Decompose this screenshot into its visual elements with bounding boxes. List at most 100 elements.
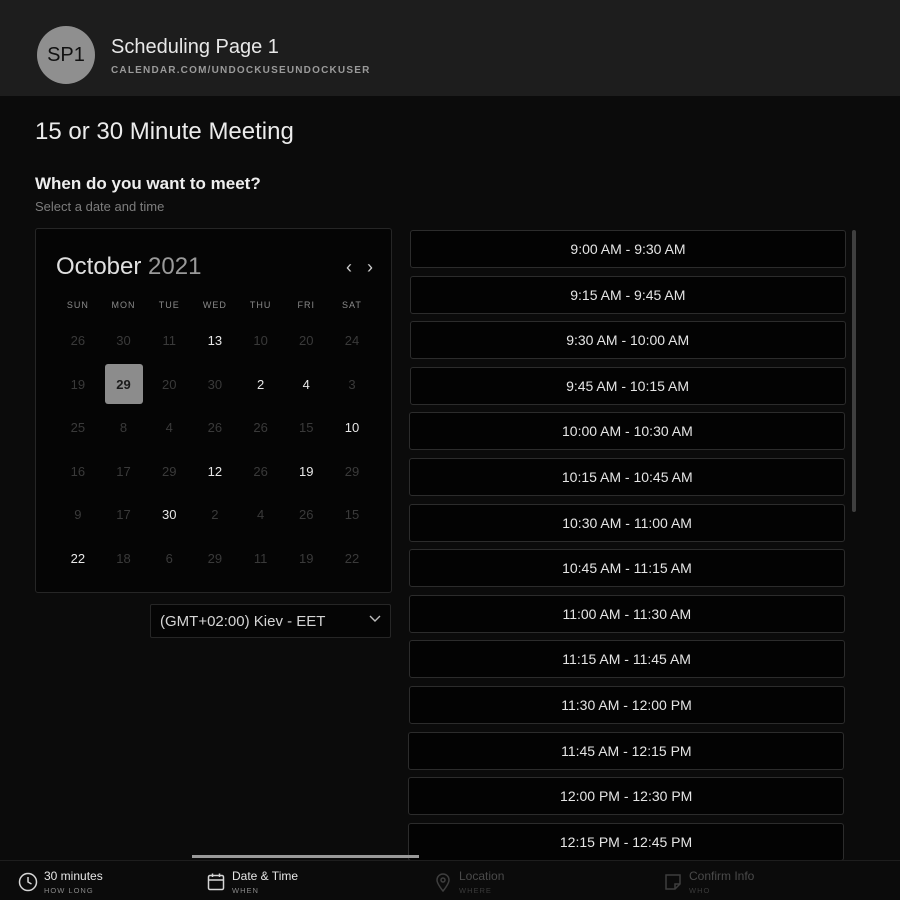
calendar-day-label: 26 [70, 333, 86, 349]
calendar-day-label: 16 [70, 463, 86, 479]
calendar-day-label: 10 [253, 333, 268, 349]
time-slot-button[interactable]: 9:45 AM - 10:15 AM [409, 366, 846, 405]
calendar-day-label: 8 [119, 420, 128, 436]
timezone-select[interactable]: (GMT+02:00) Kiev - EET [150, 604, 391, 638]
time-slot-button[interactable]: 10:30 AM - 11:00 AM [409, 503, 846, 542]
time-slot-button[interactable]: 9:00 AM - 9:30 AM [410, 230, 846, 268]
calendar-day-label: 22 [344, 550, 360, 566]
calendar-day: 30 [101, 319, 147, 363]
time-slot-button[interactable]: 9:30 AM - 10:00 AM [409, 321, 846, 360]
calendar-day: 25 [55, 406, 101, 450]
time-slot-button[interactable]: 11:30 AM - 12:00 PM [408, 686, 845, 724]
calendar-day[interactable]: 19 [283, 450, 329, 494]
time-slot-button[interactable]: 12:15 PM - 12:45 PM [408, 822, 845, 860]
time-slot-button[interactable]: 12:00 PM - 12:30 PM [408, 777, 845, 816]
chevron-right-icon[interactable]: › [361, 257, 379, 277]
calendar-day[interactable]: 2 [238, 363, 284, 407]
calendar-day[interactable]: 13 [192, 319, 238, 363]
calendar-month-year: October 2021 [56, 253, 201, 281]
calendar-day-label: 30 [161, 507, 177, 523]
weekday-label: SAT [342, 300, 362, 310]
calendar-day: 19 [55, 363, 101, 407]
time-slot-button[interactable]: 11:45 AM - 12:15 PM [408, 731, 845, 770]
step-progress-indicator [192, 855, 419, 858]
step-label: Location [459, 869, 505, 883]
time-slot-button[interactable]: 11:15 AM - 11:45 AM [408, 640, 845, 679]
calendar-day-label: 15 [299, 420, 314, 436]
meeting-question-subtitle: Select a date and time [35, 199, 165, 214]
calendar-day-label: 4 [165, 420, 173, 436]
clock-icon [17, 871, 39, 893]
calendar-day[interactable]: 12 [192, 450, 238, 494]
calendar-day-label: 2 [211, 507, 219, 523]
calendar-day: 26 [238, 406, 284, 450]
calendar-day: 15 [329, 493, 375, 537]
calendar-day-label: 29 [161, 463, 177, 479]
calendar-day-label: 17 [116, 507, 131, 523]
calendar-day: 17 [101, 450, 147, 494]
step-sublabel: WHO [689, 886, 711, 895]
calendar-day: 19 [283, 537, 329, 581]
calendar-day: 6 [146, 537, 192, 581]
calendar-day: 3 [329, 363, 375, 407]
calendar-day: 8 [101, 406, 147, 450]
calendar-day-label: 12 [207, 463, 223, 479]
time-slot-button[interactable]: 10:45 AM - 11:15 AM [408, 549, 845, 588]
calendar-day-label: 10 [344, 420, 360, 436]
calendar-day-label: 29 [344, 463, 360, 479]
calendar-day-label: 19 [70, 376, 86, 392]
scheduling-page-name: Scheduling Page 1 [111, 36, 279, 58]
weekday-label: MON [111, 300, 136, 310]
scheduling-page-url: CALENDAR.COM/UNDOCKUSEUNDOCKUSER [111, 65, 371, 76]
date-picker-calendar: October 2021 ‹ › SUN MON TUE WED THU FRI SAT 2… [35, 228, 392, 593]
calendar-day-label: 25 [70, 420, 86, 436]
calendar-month: October [56, 253, 142, 280]
calendar-day-label: 6 [165, 550, 173, 566]
step-label: Date & Time [232, 869, 299, 883]
time-slot-button[interactable]: 11:00 AM - 11:30 AM [408, 594, 845, 633]
calendar-weekday-header: SUN MON TUE WED THU FRI SAT [55, 300, 375, 310]
weekday-label: THU [249, 300, 272, 310]
chevron-left-icon[interactable]: ‹ [340, 257, 358, 277]
time-slot-scrollbar[interactable] [852, 230, 856, 512]
calendar-day-label: 26 [299, 507, 314, 523]
time-slot-list: 9:00 AM - 9:30 AM 9:15 AM - 9:45 AM 9:30 A… [408, 228, 848, 860]
calendar-day: 26 [238, 450, 284, 494]
calendar-day: 20 [146, 363, 192, 407]
calendar-day-label: 30 [207, 376, 223, 392]
calendar-day-label: 24 [344, 333, 360, 349]
time-slot-button[interactable]: 10:15 AM - 10:45 AM [409, 458, 846, 496]
calendar-day: 30 [192, 363, 238, 407]
time-slot-button[interactable]: 10:00 AM - 10:30 AM [409, 412, 846, 451]
time-slot-button[interactable]: 9:15 AM - 9:45 AM [409, 275, 846, 314]
calendar-day: 11 [146, 319, 192, 363]
note-icon [662, 871, 684, 893]
calendar-day-label: 22 [70, 550, 86, 566]
calendar-day: 26 [55, 319, 101, 363]
calendar-year: 2021 [148, 253, 202, 280]
weekday-label: SUN [66, 300, 89, 310]
page-header: SP1 Scheduling Page 1 CALENDAR.COM/UNDOC… [0, 0, 900, 96]
calendar-day[interactable]: 10 [329, 406, 375, 450]
calendar-day: 22 [329, 537, 375, 581]
calendar-day: 2 [192, 493, 238, 537]
calendar-day[interactable]: 30 [146, 493, 192, 537]
calendar-day: 4 [238, 493, 284, 537]
calendar-day: 26 [283, 493, 329, 537]
calendar-day-label: 19 [299, 550, 314, 566]
calendar-day[interactable]: 22 [55, 537, 101, 581]
calendar-day-label: 2 [256, 376, 265, 392]
calendar-day: 10 [238, 319, 284, 363]
calendar-day: 29 [192, 537, 238, 581]
calendar-day-label: 3 [348, 376, 356, 392]
calendar-day: 15 [283, 406, 329, 450]
calendar-day-selected[interactable]: 29 [101, 363, 147, 407]
calendar-day-label: 18 [116, 550, 131, 566]
calendar-day-label: 9 [74, 507, 82, 523]
calendar-day: 29 [146, 450, 192, 494]
calendar-day[interactable]: 4 [283, 363, 329, 407]
weekday-label: FRI [297, 300, 316, 310]
calendar-day: 9 [55, 493, 101, 537]
calendar-day-label: 26 [207, 420, 223, 436]
calendar-day-label: 20 [161, 376, 177, 392]
